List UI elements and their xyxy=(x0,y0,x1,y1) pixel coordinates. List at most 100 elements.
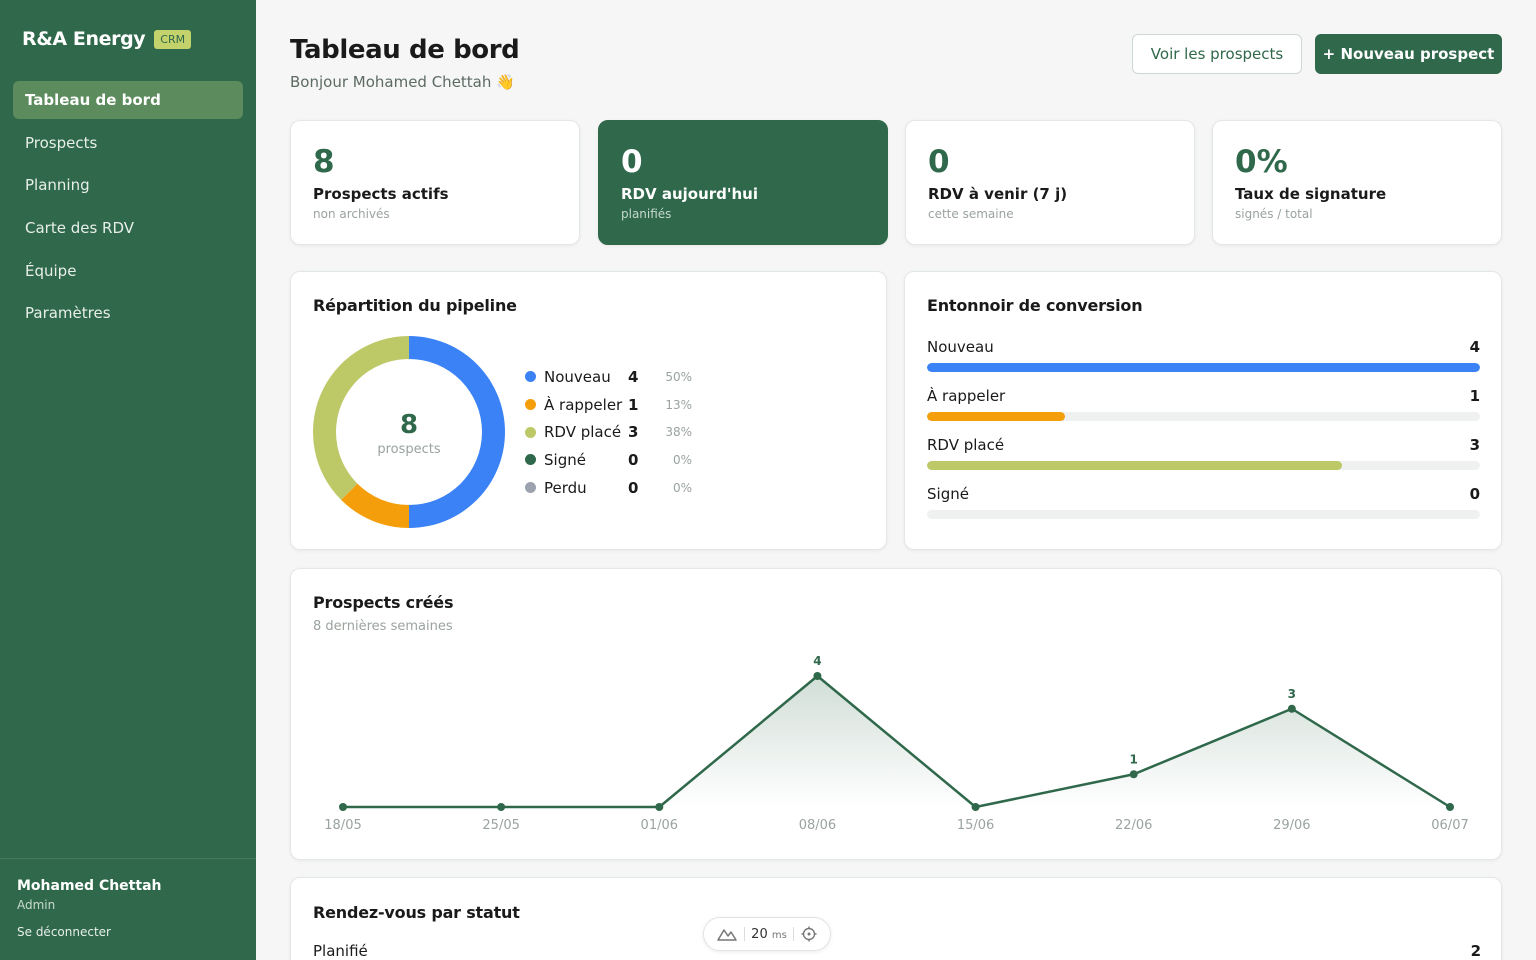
pipeline-donut: 8 prospects xyxy=(313,336,505,528)
stat-sub: signés / total xyxy=(1235,207,1313,221)
funnel-bar-track xyxy=(927,461,1480,470)
data-point[interactable] xyxy=(1287,704,1296,713)
funnel-label: Nouveau xyxy=(927,338,994,356)
stat-label: RDV aujourd'hui xyxy=(621,185,758,203)
legend-row: À rappeler 1 13% xyxy=(525,391,692,419)
sidebar-item-prospects[interactable]: Prospects xyxy=(13,124,243,162)
sidebar-item-planning[interactable]: Planning xyxy=(13,166,243,204)
stat-label: RDV à venir (7 j) xyxy=(928,185,1068,203)
funnel-row-header: RDV placé 3 xyxy=(927,436,1480,454)
stat-sub: planifiés xyxy=(621,207,672,221)
legend-count: 1 xyxy=(628,395,639,414)
x-tick-label: 18/05 xyxy=(324,818,361,833)
data-point[interactable] xyxy=(1446,803,1454,811)
funnel-bar-track xyxy=(927,412,1480,421)
sidebar-item-map[interactable]: Carte des RDV xyxy=(13,209,243,247)
mountain-icon xyxy=(717,929,737,941)
prospects-created-card: Prospects créés 8 dernières semaines 18/… xyxy=(290,568,1502,860)
legend-row: Perdu 0 0% xyxy=(525,474,692,502)
data-point[interactable] xyxy=(339,803,347,811)
perf-divider xyxy=(743,927,745,941)
pipeline-legend: Nouveau 4 50% À rappeler 1 13% RDV placé 3 38% Si… xyxy=(525,363,692,501)
rdv-status-name: Planifié xyxy=(313,942,368,960)
legend-percent: 0% xyxy=(672,452,692,467)
data-label: 1 xyxy=(1130,752,1138,766)
stat-label: Prospects actifs xyxy=(313,185,449,203)
funnel-value: 1 xyxy=(1469,387,1480,405)
sidebar-item-team[interactable]: Équipe xyxy=(13,252,243,290)
data-point[interactable] xyxy=(655,803,664,811)
funnel-value: 3 xyxy=(1469,436,1480,454)
x-tick-label: 08/06 xyxy=(799,818,836,833)
legend-count: 4 xyxy=(628,367,639,386)
sidebar-item-dashboard[interactable]: Tableau de bord xyxy=(13,81,243,119)
donut-total: 8 xyxy=(399,410,419,440)
rdv-status-card: Rendez-vous par statut Planifié 2 xyxy=(290,877,1502,960)
crosshair-icon[interactable] xyxy=(801,926,817,942)
legend-row: RDV placé 3 38% xyxy=(525,418,692,446)
brand-name: R&A Energy xyxy=(22,28,146,50)
perf-widget[interactable]: 20 ms xyxy=(703,917,831,951)
sidebar-nav: Tableau de bord Prospects Planning Carte… xyxy=(13,81,243,337)
legend-dot xyxy=(525,371,536,383)
stat-card-signature-rate: 0% Taux de signature signés / total xyxy=(1212,120,1502,245)
legend-row: Signé 0 0% xyxy=(525,446,692,474)
legend-dot xyxy=(525,399,536,411)
legend-label: RDV placé xyxy=(544,423,622,442)
perf-unit: ms xyxy=(771,929,787,941)
stat-card-active-prospects: 8 Prospects actifs non archivés xyxy=(290,120,580,245)
perf-divider xyxy=(793,927,795,941)
perf-readout: 20 ms xyxy=(751,927,787,942)
donut-center: 8 prospects xyxy=(313,336,505,528)
pipeline-card: Répartition du pipeline 8 prospects Nouv… xyxy=(290,271,887,550)
x-tick-label: 22/06 xyxy=(1115,818,1152,833)
brand[interactable]: R&A Energy CRM xyxy=(22,28,192,50)
user-name: Mohamed Chettah xyxy=(17,878,162,894)
x-tick-label: 25/05 xyxy=(482,818,519,833)
funnel-row: À rappeler 1 xyxy=(927,387,1480,421)
stat-value: 0% xyxy=(1235,144,1288,180)
funnel-title: Entonnoir de conversion xyxy=(927,296,1143,315)
rdv-title: Rendez-vous par statut xyxy=(313,903,520,922)
funnel-row: Nouveau 4 xyxy=(927,338,1480,372)
stat-card-rdv-upcoming: 0 RDV à venir (7 j) cette semaine xyxy=(905,120,1195,245)
funnel-bar xyxy=(927,363,1480,372)
legend-percent: 38% xyxy=(665,425,692,440)
sidebar-item-settings[interactable]: Paramètres xyxy=(13,294,243,332)
legend-dot xyxy=(525,482,536,494)
legend-percent: 0% xyxy=(672,480,692,495)
stat-label: Taux de signature xyxy=(1235,185,1387,203)
funnel-label: À rappeler xyxy=(927,387,1006,405)
data-label: 4 xyxy=(813,654,821,668)
greeting: Bonjour Mohamed Chettah 👋 xyxy=(290,73,515,91)
new-prospect-button[interactable]: + Nouveau prospect xyxy=(1315,34,1502,74)
funnel-value: 0 xyxy=(1469,485,1480,503)
data-point[interactable] xyxy=(971,803,980,811)
funnel-row: RDV placé 3 xyxy=(927,436,1480,470)
legend-label: À rappeler xyxy=(544,395,623,414)
stat-value: 0 xyxy=(621,144,643,180)
user-role: Admin xyxy=(17,898,56,912)
funnel-value: 4 xyxy=(1469,338,1480,356)
x-tick-label: 15/06 xyxy=(957,818,994,833)
funnel-row-header: Nouveau 4 xyxy=(927,338,1480,356)
perf-value: 20 xyxy=(751,926,768,942)
funnel-label: RDV placé xyxy=(927,436,1005,454)
legend-count: 3 xyxy=(628,423,639,442)
legend-percent: 13% xyxy=(665,397,692,412)
legend-label: Nouveau xyxy=(544,367,611,386)
data-point[interactable] xyxy=(813,672,822,680)
legend-dot xyxy=(525,426,536,438)
funnel-label: Signé xyxy=(927,485,969,503)
view-prospects-button[interactable]: Voir les prospects xyxy=(1132,34,1302,74)
logout-link[interactable]: Se déconnecter xyxy=(17,925,239,939)
legend-row: Nouveau 4 50% xyxy=(525,363,692,391)
data-point[interactable] xyxy=(1129,770,1138,779)
legend-dot xyxy=(525,454,536,466)
page-title: Tableau de bord xyxy=(290,35,520,65)
data-point[interactable] xyxy=(497,803,506,811)
stat-card-rdv-today: 0 RDV aujourd'hui planifiés xyxy=(598,120,888,245)
x-tick-label: 01/06 xyxy=(641,818,678,833)
funnel-bar-track xyxy=(927,363,1480,372)
funnel-row-header: À rappeler 1 xyxy=(927,387,1480,405)
